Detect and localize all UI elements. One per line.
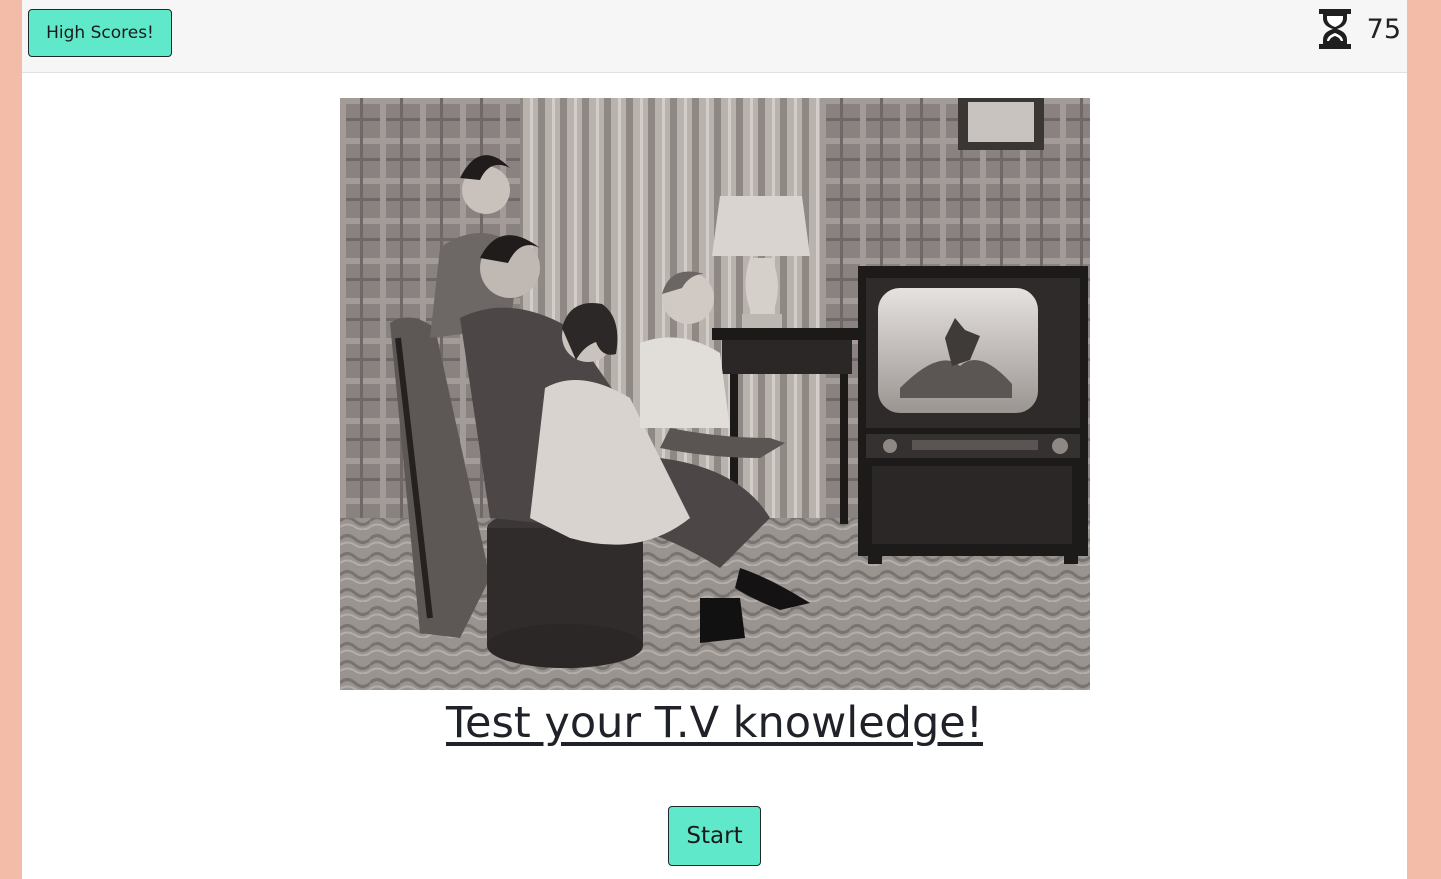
navbar: High Scores! 75 <box>22 0 1407 73</box>
timer: 75 <box>1317 7 1401 51</box>
timer-value: 75 <box>1366 13 1401 45</box>
page-title: Test your T.V knowledge! <box>446 698 983 748</box>
page-container: High Scores! 75 Test your T.V knowledge!… <box>22 0 1407 879</box>
hourglass-icon <box>1318 9 1351 49</box>
hero-image <box>340 98 1090 690</box>
high-scores-button[interactable]: High Scores! <box>28 9 172 57</box>
start-button[interactable]: Start <box>668 806 761 866</box>
